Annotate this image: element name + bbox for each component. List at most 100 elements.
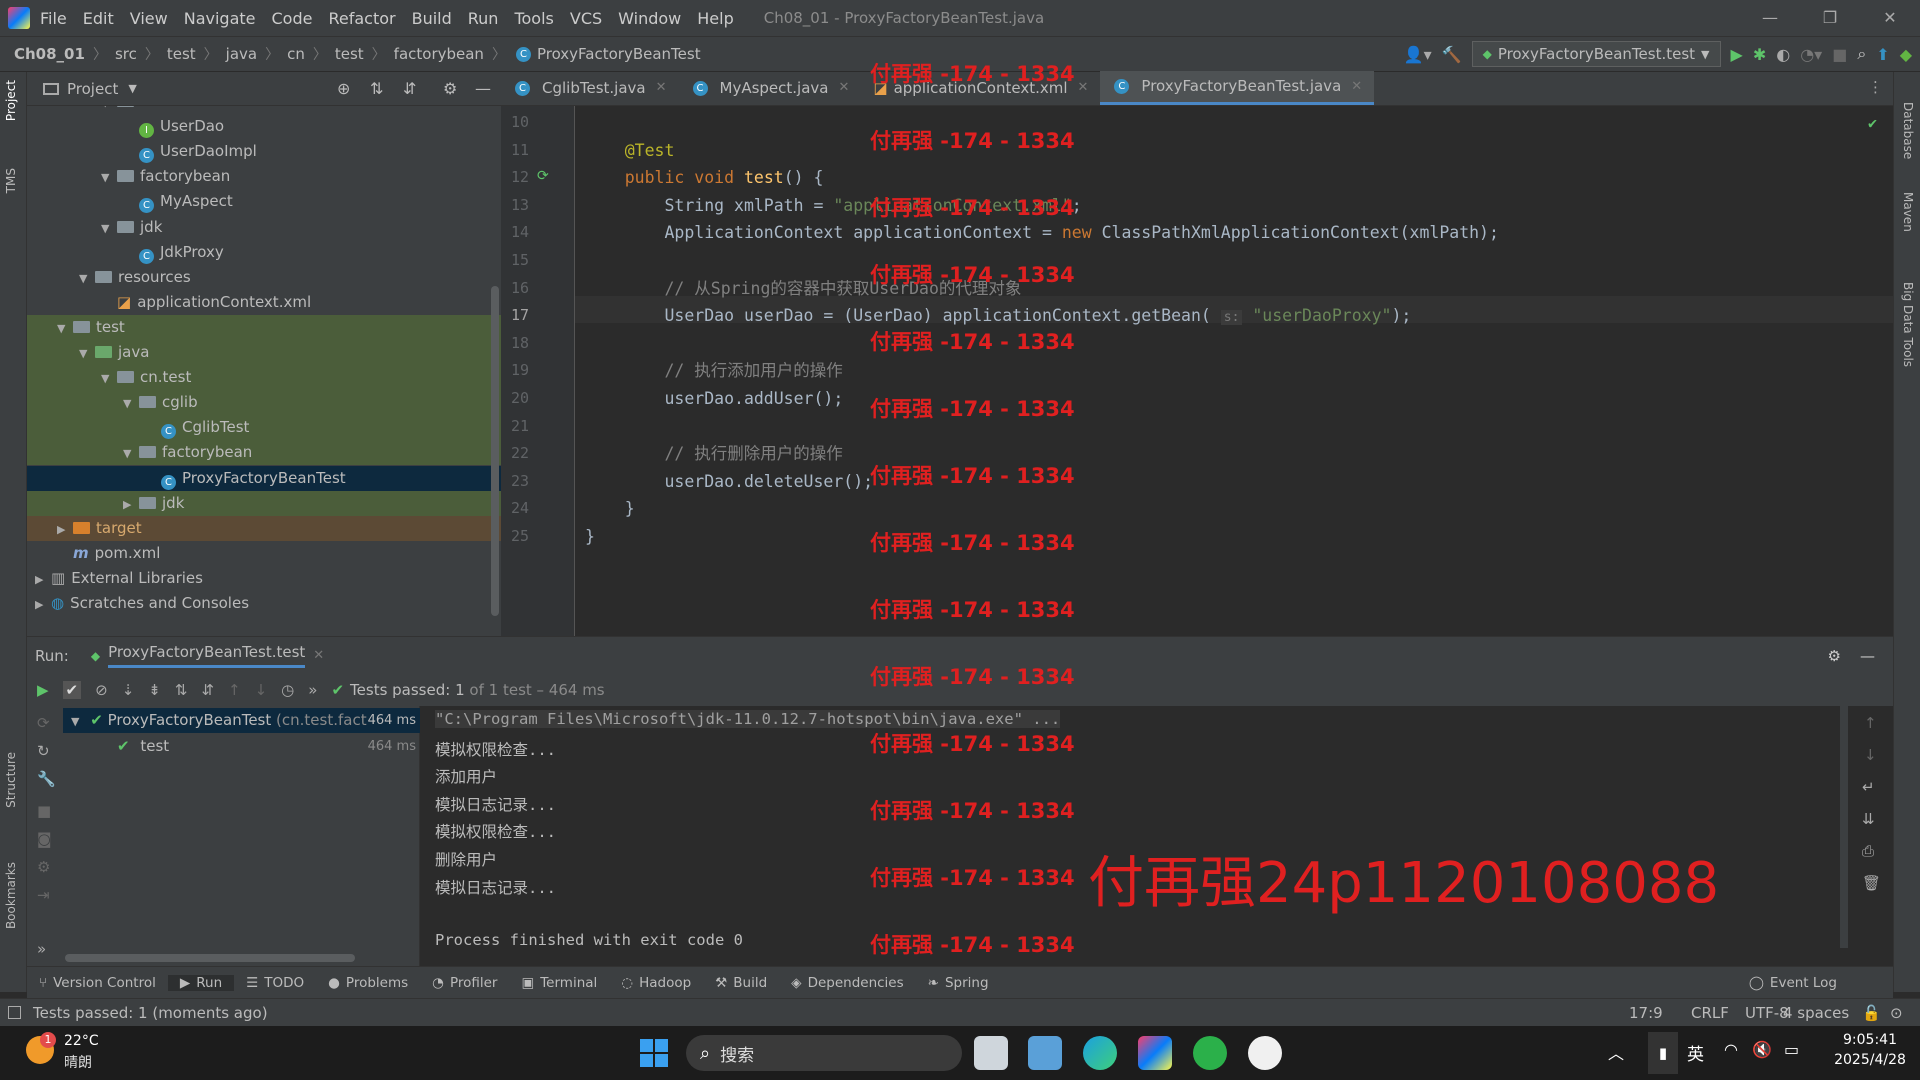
camera-icon[interactable]: ◙ — [37, 830, 52, 848]
tab-cglibtest[interactable]: C CglibTest.java ✕ — [501, 71, 679, 105]
wechat-icon[interactable] — [1193, 1036, 1227, 1070]
tree-item-cglib[interactable]: ▼ cglib — [27, 390, 501, 416]
menu-refactor[interactable]: Refactor — [328, 9, 395, 28]
run-tab[interactable]: ProxyFactoryBeanTest.test — [108, 643, 306, 668]
tab-applicationcontext[interactable]: ◪ applicationContext.xml ✕ — [861, 71, 1100, 105]
tree-item-factorybean[interactable]: ▼ factorybean — [27, 440, 501, 466]
ime-indicator[interactable]: 英 — [1687, 1040, 1704, 1065]
prev-failed-icon[interactable]: ↑ — [228, 681, 241, 699]
plugin-icon[interactable]: ◆ — [1900, 45, 1912, 64]
tree-item-userdaoimpl[interactable]: C UserDaoImpl — [27, 139, 501, 164]
tree-item-userdao[interactable]: I UserDao — [27, 114, 501, 139]
tree-item-test[interactable]: ▼ test — [27, 314, 501, 341]
debug-icon[interactable]: ✱ — [1753, 45, 1766, 64]
tree-item-jdk[interactable]: ▼ jdk — [27, 215, 501, 240]
show-ignored-icon[interactable]: ⊘ — [95, 681, 108, 699]
breadcrumb-class[interactable]: ProxyFactoryBeanTest — [537, 45, 701, 63]
tab-myaspect[interactable]: C MyAspect.java ✕ — [679, 71, 862, 105]
bookmarks-side-tab[interactable]: Bookmarks — [4, 862, 18, 929]
menu-tools[interactable]: Tools — [514, 9, 553, 28]
code-line[interactable]: UserDao userDao = (UserDao) applicationC… — [585, 302, 1411, 329]
menu-view[interactable]: View — [130, 9, 168, 28]
project-panel-title[interactable]: Project — [67, 80, 118, 98]
code-line[interactable]: // 执行删除用户的操作 — [585, 440, 842, 467]
chevron-right-icon[interactable]: ▶ — [123, 492, 137, 517]
battery-icon[interactable]: ▭ — [1784, 1040, 1799, 1059]
project-side-tab[interactable]: Project — [4, 80, 18, 121]
menu-navigate[interactable]: Navigate — [184, 9, 256, 28]
line-separator[interactable]: CRLF — [1691, 1004, 1729, 1022]
collapse-all-icon[interactable]: ⇵ — [403, 79, 416, 98]
chevron-down-icon[interactable]: ▼ — [57, 316, 71, 341]
user-icon[interactable]: 👤▾ — [1404, 45, 1432, 64]
search-icon[interactable]: ⌕ — [1857, 44, 1866, 64]
tree-item-scratches-and-consoles[interactable]: ▶ ◍ Scratches and Consoles — [27, 591, 501, 616]
code-line[interactable]: // 执行添加用户的操作 — [585, 357, 842, 384]
expand-all-icon[interactable]: ⇅ — [175, 681, 188, 699]
code-line[interactable]: userDao.deleteUser(); — [585, 468, 873, 495]
tree-item-external-libraries[interactable]: ▶ ▥ External Libraries — [27, 566, 501, 591]
database-side-tab[interactable]: Database — [1901, 102, 1915, 159]
tab-version-control[interactable]: ⑂ Version Control — [27, 975, 168, 991]
coverage-icon[interactable]: ◐ — [1776, 45, 1790, 64]
trash-icon[interactable]: 🗑 — [1862, 874, 1881, 892]
hide-panel-icon[interactable]: — — [475, 79, 491, 98]
status-message[interactable]: Tests passed: 1 (moments ago) — [33, 1004, 268, 1022]
restore-icon[interactable]: ❐ — [1800, 0, 1860, 36]
horizontal-scrollbar[interactable] — [65, 954, 355, 962]
minimize-icon[interactable]: — — [1740, 0, 1800, 36]
tree-item-jdkproxy[interactable]: C JdkProxy — [27, 240, 501, 265]
rerun-failed-icon[interactable]: ⟳ — [37, 714, 50, 732]
vertical-scrollbar[interactable] — [491, 286, 499, 616]
tree-item-cglibtest[interactable]: C CglibTest — [27, 415, 501, 441]
chevron-down-icon[interactable]: ▼ — [128, 82, 136, 95]
test-suite-row[interactable]: ▼ ✔ ProxyFactoryBeanTest (cn.test.fact 4… — [63, 708, 420, 733]
clock-date[interactable]: 2025/4/28 — [1825, 1052, 1915, 1068]
breadcrumb-java[interactable]: java — [226, 45, 257, 63]
menu-window[interactable]: Window — [618, 9, 681, 28]
tab-problems[interactable]: ● Problems — [316, 975, 420, 991]
up-arrow-icon[interactable]: ↑ — [1864, 714, 1877, 732]
caret-position[interactable]: 17:9 — [1629, 1004, 1663, 1022]
build-hammer-icon[interactable]: 🔨 — [1442, 45, 1462, 64]
memory-icon[interactable]: ⊙ — [1890, 1004, 1903, 1022]
tree-item-resources[interactable]: ▼ resources — [27, 265, 501, 290]
breadcrumb-project[interactable]: Ch08_01 — [14, 45, 85, 63]
qq-icon[interactable] — [1248, 1036, 1282, 1070]
update-icon[interactable]: ⬆ — [1876, 45, 1889, 64]
windows-start-icon[interactable] — [640, 1039, 668, 1067]
tab-run[interactable]: ▶ Run — [167, 974, 235, 991]
code-editor[interactable]: ✔ @Test public void test() { String xmlP… — [575, 106, 1893, 636]
breadcrumb-test[interactable]: test — [167, 45, 196, 63]
settings-icon[interactable]: ⚙ — [37, 858, 50, 876]
gear-icon[interactable]: ⚙ — [1828, 647, 1841, 665]
tab-terminal[interactable]: ▣ Terminal — [509, 975, 609, 991]
tree-item-applicationcontext-xml[interactable]: ◪ applicationContext.xml — [27, 290, 501, 315]
wifi-icon[interactable]: ◠ — [1724, 1040, 1738, 1059]
code-line[interactable]: } — [585, 495, 635, 522]
more-icon[interactable]: » — [37, 940, 46, 958]
menu-build[interactable]: Build — [412, 9, 452, 28]
close-icon[interactable]: ✕ — [1860, 0, 1920, 36]
run-icon[interactable]: ▶ — [1731, 45, 1743, 64]
run-configuration-select[interactable]: ◆ ProxyFactoryBeanTest.test ▼ — [1471, 41, 1721, 67]
app-icon[interactable] — [1028, 1036, 1062, 1070]
code-line[interactable]: ApplicationContext applicationContext = … — [585, 219, 1498, 246]
hide-panel-icon[interactable]: — — [1860, 647, 1875, 665]
tab-hadoop[interactable]: ◌ Hadoop — [609, 975, 703, 991]
test-case-row[interactable]: ✔ test 464 ms — [63, 734, 420, 759]
tree-item-dao[interactable]: ▼dao — [27, 106, 501, 114]
code-line[interactable]: } — [585, 523, 595, 550]
profile-icon[interactable]: ◔▾ — [1800, 45, 1822, 64]
chevron-up-icon[interactable]: ︿ — [1608, 1040, 1624, 1064]
console-output[interactable]: "C:\Program Files\Microsoft\jdk-11.0.12.… — [420, 706, 1830, 966]
expand-all-icon[interactable]: ⇅ — [370, 79, 383, 98]
menu-code[interactable]: Code — [272, 9, 313, 28]
rerun-icon[interactable]: ▶ — [37, 681, 49, 699]
tree-item-myaspect[interactable]: C MyAspect — [27, 189, 501, 214]
tree-item-proxyfactorybeantest[interactable]: C ProxyFactoryBeanTest — [27, 465, 501, 491]
gear-icon[interactable]: ⚙ — [443, 79, 457, 98]
event-log-button[interactable]: ◯ Event Log — [1737, 975, 1849, 991]
menu-vcs[interactable]: VCS — [570, 9, 602, 28]
tree-item-cn-test[interactable]: ▼ cn.test — [27, 365, 501, 391]
